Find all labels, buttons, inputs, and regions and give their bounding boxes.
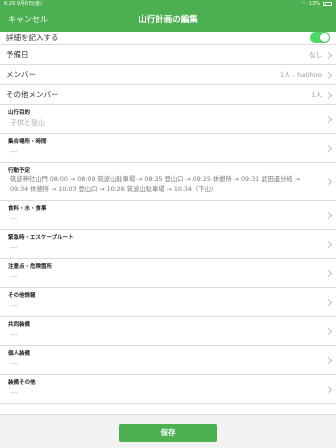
detail-value: ---	[10, 389, 18, 397]
members-label: メンバー	[6, 70, 36, 79]
detail-label: 緊急時・エスケープルート	[8, 235, 74, 241]
emergency-row[interactable]: 緊急時・エスケープルート ---	[0, 230, 336, 259]
chevron-right-icon	[324, 51, 333, 60]
footer-bar: 保存	[0, 414, 336, 448]
plan-form-list: 詳細を記入する 予備日 なし メンバー 1人 - hatihiro その他メンバ…	[0, 32, 336, 414]
detail-value: 筑波神社山門 08:00 → 08:09 筑波山駐車場 → 08:35 登山口 …	[10, 176, 300, 193]
chevron-right-icon	[324, 356, 333, 365]
status-bar: 6:29 9月6日(金) ◠ 13%	[0, 0, 336, 8]
shared-gear-row[interactable]: 共同装備 ---	[0, 317, 336, 346]
chevron-right-icon	[324, 211, 333, 220]
chevron-right-icon	[324, 327, 333, 336]
battery-icon	[323, 2, 332, 6]
detail-value: ---	[10, 331, 18, 339]
details-toggle-switch[interactable]	[310, 32, 330, 43]
chevron-right-icon	[324, 298, 333, 307]
battery-percent: 13%	[308, 1, 320, 7]
personal-gear-row[interactable]: 個人装備 ---	[0, 346, 336, 375]
detail-label: 山行目的	[8, 110, 31, 116]
detail-label: 食料・水・食事	[8, 206, 47, 212]
detail-value: ---	[10, 302, 18, 310]
chevron-right-icon	[324, 240, 333, 249]
chevron-right-icon	[324, 385, 333, 394]
members-value: 1人 - hatihiro	[279, 71, 322, 79]
wifi-icon: ◠	[301, 1, 306, 7]
meeting-place-row[interactable]: 集合場所・時間 ---	[0, 134, 336, 163]
details-toggle-row: 詳細を記入する	[0, 32, 336, 45]
detail-label: その他情報	[8, 293, 36, 299]
detail-value: ---	[10, 215, 18, 223]
schedule-row[interactable]: 行動予定 筑波神社山門 08:00 → 08:09 筑波山駐車場 → 08:35…	[0, 163, 336, 201]
detail-label: 個人装備	[8, 351, 31, 357]
other-members-row[interactable]: その他メンバー 1人	[0, 85, 336, 105]
toggle-knob	[320, 33, 329, 42]
save-button[interactable]: 保存	[119, 424, 217, 442]
food-row[interactable]: 食料・水・食事 ---	[0, 201, 336, 230]
detail-label: 行動予定	[8, 168, 31, 174]
detail-value: ---	[10, 360, 18, 368]
chevron-right-icon	[324, 71, 333, 80]
chevron-right-icon	[324, 144, 333, 153]
other-members-value: 1人	[311, 91, 322, 99]
reserve-day-value: なし	[309, 51, 322, 59]
caution-row[interactable]: 注意点・危険箇所 ---	[0, 259, 336, 288]
navigation-bar: キャンセル 山行計画の編集	[0, 8, 336, 32]
page-title: 山行計画の編集	[138, 15, 198, 25]
reserve-day-label: 予備日	[6, 50, 29, 59]
status-time: 6:29 9月6日(金)	[4, 1, 43, 7]
chevron-right-icon	[324, 269, 333, 278]
detail-label: 注意点・危険箇所	[8, 264, 53, 270]
detail-value: ---	[10, 148, 18, 156]
chevron-right-icon	[324, 177, 333, 186]
purpose-row[interactable]: 山行目的 子供と登山	[0, 105, 336, 134]
members-row[interactable]: メンバー 1人 - hatihiro	[0, 65, 336, 85]
reserve-day-row[interactable]: 予備日 なし	[0, 45, 336, 65]
chevron-right-icon	[324, 91, 333, 100]
chevron-right-icon	[324, 115, 333, 124]
detail-value: 子供と登山	[10, 119, 45, 127]
detail-label: 装備その他	[8, 380, 36, 386]
other-gear-row[interactable]: 装備その他 ---	[0, 375, 336, 404]
other-info-row[interactable]: その他情報 ---	[0, 288, 336, 317]
detail-value: ---	[10, 273, 18, 281]
status-indicators: ◠ 13%	[301, 0, 332, 8]
other-members-label: その他メンバー	[6, 90, 59, 99]
detail-label: 集合場所・時間	[8, 139, 47, 145]
details-toggle-label: 詳細を記入する	[6, 33, 59, 42]
detail-label: 共同装備	[8, 322, 31, 328]
detail-value: ---	[10, 244, 18, 252]
